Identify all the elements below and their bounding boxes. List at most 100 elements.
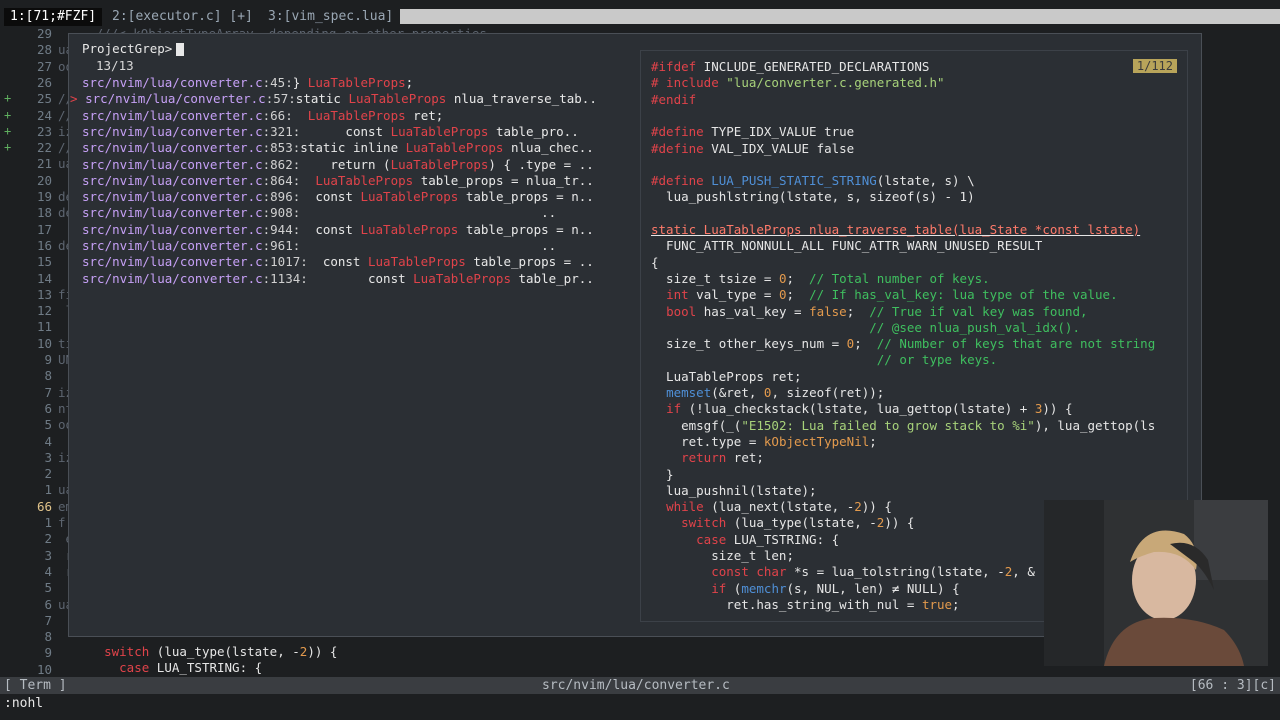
code-token: const char	[711, 564, 787, 580]
result-text-pre: static	[295, 91, 349, 107]
result-text-pre: const	[300, 189, 361, 205]
code-token: ret;	[726, 450, 764, 466]
result-row[interactable]: src/nvim/lua/converter.c:66: LuaTablePro…	[82, 108, 443, 124]
result-text-post: table_pro..	[488, 123, 579, 139]
code-token: ;	[952, 596, 960, 612]
code-token: // Number of keys that are not string	[876, 336, 1156, 352]
tab-vim-spec[interactable]: 3:[vim_spec.lua]	[262, 8, 399, 26]
result-match: LuaTableProps	[307, 75, 406, 90]
result-path: src/nvim/lua/converter.c	[85, 91, 266, 107]
code-token: // or type keys.	[876, 352, 998, 368]
line-number: 27	[36, 58, 52, 74]
tab-executor[interactable]: 2:[executor.c] [+]	[106, 8, 259, 26]
result-text-post: table_props = n..	[458, 221, 594, 237]
result-row[interactable]: src/nvim/lua/converter.c:862: return (Lu…	[82, 157, 594, 173]
code-token: // Total number of keys.	[809, 270, 990, 286]
line-number: 8	[44, 368, 52, 384]
preview-line: #define TYPE_IDX_VALUE true	[651, 124, 854, 140]
result-match: LuaTableProps	[390, 156, 489, 172]
result-text-pre: const	[300, 221, 361, 237]
preview-line: int val_type = 0; // If has_val_key: lua…	[651, 287, 1118, 303]
finder-results-pane[interactable]: ProjectGrep> 13/13 src/nvim/lua/converte…	[70, 35, 638, 635]
code-token: ;	[786, 270, 810, 286]
preview-line: ret.type = kObjectTypeNil;	[651, 434, 877, 450]
line-number: 3	[44, 449, 52, 465]
code-token: ;	[854, 336, 877, 352]
code-token: (!lua_checkstack(lstate, lua_gettop(lsta…	[681, 401, 1035, 417]
result-path: src/nvim/lua/converter.c	[82, 123, 263, 139]
status-mode: [ Term ]	[4, 678, 67, 693]
code-token: ), lua_gettop(ls	[1034, 417, 1156, 433]
result-row[interactable]: > src/nvim/lua/converter.c:57:static Lua…	[70, 91, 597, 107]
line-number: 4	[44, 433, 52, 449]
result-row[interactable]: src/nvim/lua/converter.c:896: const LuaT…	[82, 189, 594, 205]
code-token: (s, NUL, len) ≠ NULL) {	[786, 580, 960, 596]
result-row[interactable]: src/nvim/lua/converter.c:321: const LuaT…	[82, 124, 579, 140]
preview-line: #define LUA_PUSH_STATIC_STRING(lstate, s…	[651, 173, 975, 189]
preview-line: #endif	[651, 92, 696, 108]
code-token: switch	[104, 644, 150, 659]
result-text-post: table_props = nlua_tr..	[413, 172, 594, 188]
line-number: 2	[44, 531, 52, 547]
result-row[interactable]: src/nvim/lua/converter.c:45:} LuaTablePr…	[82, 75, 413, 91]
git-added-sign: +	[4, 91, 12, 106]
code-token: )) {	[884, 515, 915, 531]
code-token: while	[666, 499, 704, 515]
result-location: :66:	[262, 107, 293, 123]
code-token: VAL_IDX_VALUE false	[703, 140, 855, 156]
result-row[interactable]: src/nvim/lua/converter.c:908: ..	[82, 205, 556, 221]
text-cursor	[176, 43, 185, 56]
code-token: int	[666, 287, 689, 303]
result-row[interactable]: src/nvim/lua/converter.c:864: LuaTablePr…	[82, 173, 594, 189]
git-added-sign: +	[4, 123, 12, 138]
code-token: ret.has_string_with_nul =	[651, 596, 922, 612]
code-token: size_t tsize =	[651, 270, 779, 286]
code-token: size_t other_keys_num =	[651, 336, 847, 352]
code-token: ;	[869, 433, 877, 449]
tab-fzf[interactable]: 1:[71;#FZF]	[4, 8, 103, 26]
line-number: 4	[44, 563, 52, 579]
code-token: lua_pushlstring(lstate, s, sizeof(s) - 1…	[651, 189, 975, 205]
result-path: src/nvim/lua/converter.c	[82, 205, 263, 221]
line-number: 10	[36, 661, 52, 677]
result-row[interactable]: src/nvim/lua/converter.c:944: const LuaT…	[82, 222, 594, 238]
preview-line: static LuaTableProps nlua_traverse_table…	[651, 222, 1140, 238]
code-token: true	[921, 596, 953, 612]
result-row[interactable]: src/nvim/lua/converter.c:853:static inli…	[82, 140, 594, 156]
line-number: 7	[44, 612, 52, 628]
result-text-post: nlua_chec..	[503, 140, 594, 156]
code-token: , &	[1012, 564, 1035, 580]
code-token: // True if val key was found,	[869, 303, 1088, 319]
result-text-pre: }	[292, 75, 308, 90]
line-number: 5	[44, 417, 52, 433]
code-token: FUNC_ATTR_NONNULL_ALL FUNC_ATTR_WARN_UNU…	[651, 238, 1043, 254]
result-text-post: table_props = n..	[458, 189, 594, 205]
result-location: :862:	[262, 156, 301, 172]
finder-prompt[interactable]: ProjectGrep>	[82, 41, 185, 56]
preview-line: }	[651, 467, 674, 483]
code-token: (lua_next(lstate, -	[703, 499, 855, 515]
line-number: 9	[44, 352, 52, 367]
code-token: (&ret,	[711, 385, 764, 400]
line-number: 18	[36, 205, 52, 221]
result-row[interactable]: src/nvim/lua/converter.c:1134: const Lua…	[82, 271, 594, 287]
code-token: LUA_TSTRING: {	[726, 531, 840, 547]
code-token: )) {	[861, 499, 892, 515]
command-line[interactable]: :nohl	[4, 696, 43, 711]
code-token: LUA_TSTRING: {	[149, 660, 263, 676]
result-row[interactable]: src/nvim/lua/converter.c:961: ..	[82, 238, 556, 254]
line-number: 7	[44, 384, 52, 400]
result-match: LuaTableProps	[360, 189, 459, 205]
result-location: :57:	[265, 91, 296, 107]
result-match: LuaTableProps	[307, 107, 406, 123]
code-token: #define	[651, 173, 704, 189]
result-row[interactable]: src/nvim/lua/converter.c:1017: const Lua…	[82, 254, 594, 270]
preview-line: {	[651, 255, 659, 271]
preview-line: #define VAL_IDX_VALUE false	[651, 141, 854, 157]
result-location: :45:	[262, 75, 293, 90]
line-number: 19	[36, 189, 52, 204]
git-added-sign: +	[4, 140, 12, 155]
result-location: :908:	[262, 205, 301, 221]
